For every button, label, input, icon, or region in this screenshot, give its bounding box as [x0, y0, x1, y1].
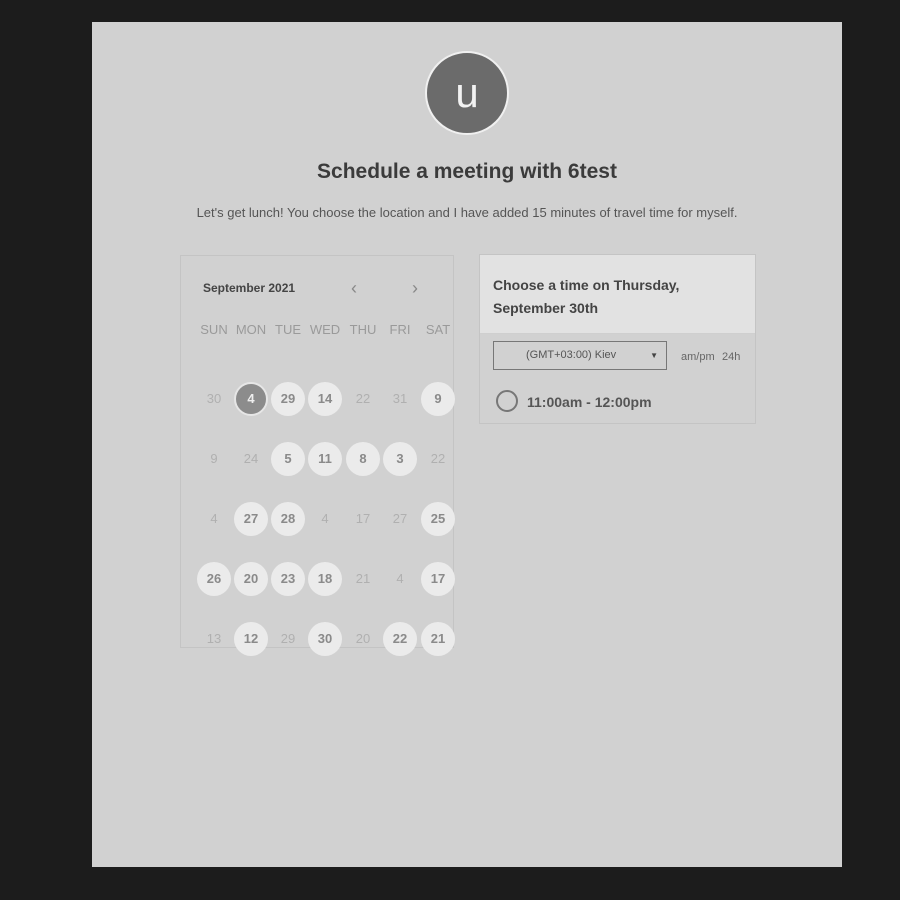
calendar-day: 4 — [210, 511, 218, 526]
calendar-day-available[interactable]: 18 — [308, 562, 342, 596]
weekday-label: FRI — [389, 322, 411, 337]
calendar-day-available[interactable]: 21 — [421, 622, 455, 656]
calendar-day: 21 — [355, 571, 371, 586]
calendar-day-available[interactable]: 9 — [421, 382, 455, 416]
calendar-day-available[interactable]: 22 — [383, 622, 417, 656]
calendar-day-available[interactable]: 28 — [271, 502, 305, 536]
calendar-day-available[interactable]: 14 — [308, 382, 342, 416]
calendar-day-available[interactable]: 17 — [421, 562, 455, 596]
calendar-day-available[interactable]: 26 — [197, 562, 231, 596]
calendar-day-available[interactable]: 5 — [271, 442, 305, 476]
calendar-day: 13 — [206, 631, 222, 646]
calendar-day: 30 — [206, 391, 222, 406]
calendar-day-available[interactable]: 30 — [308, 622, 342, 656]
time-picker-panel: Choose a time on Thursday, September 30t… — [479, 254, 756, 424]
weekday-label: TUE — [275, 322, 301, 337]
format-24h-toggle[interactable]: 24h — [722, 351, 740, 363]
timezone-value: (GMT+03:00) Kiev — [526, 349, 617, 361]
scheduling-page: u Schedule a meeting with 6test Let's ge… — [92, 22, 842, 867]
calendar-day-available[interactable]: 23 — [271, 562, 305, 596]
calendar-day-available[interactable]: 29 — [271, 382, 305, 416]
calendar-day: 4 — [396, 571, 404, 586]
format-ampm-toggle[interactable]: am/pm — [681, 351, 715, 363]
calendar-day-available[interactable]: 12 — [234, 622, 268, 656]
calendar-day-available[interactable]: 27 — [234, 502, 268, 536]
calendar-day: 22 — [355, 391, 371, 406]
chevron-left-icon[interactable]: ‹ — [351, 278, 357, 299]
calendar-day: 31 — [392, 391, 408, 406]
calendar-day: 17 — [355, 511, 371, 526]
weekday-label: MON — [235, 322, 267, 337]
calendar-day: 24 — [243, 451, 259, 466]
weekday-label: SUN — [200, 322, 228, 337]
calendar-day-available[interactable]: 3 — [383, 442, 417, 476]
weekday-label: THU — [349, 322, 377, 337]
calendar-day-selected[interactable]: 4 — [234, 382, 268, 416]
calendar: September 2021 ‹ › SUN MON TUE WED THU FRI SAT… — [180, 255, 455, 656]
chevron-right-icon[interactable]: › — [412, 278, 418, 299]
caret-down-icon: ▼ — [650, 351, 658, 360]
calendar-day: 9 — [210, 451, 218, 466]
meeting-description: Let's get lunch! You choose the location… — [196, 205, 738, 220]
weekday-label: SAT — [425, 322, 451, 337]
calendar-day-available[interactable]: 8 — [346, 442, 380, 476]
calendar-day: 22 — [430, 451, 446, 466]
weekday-label: WED — [309, 322, 341, 337]
calendar-day-available[interactable]: 20 — [234, 562, 268, 596]
calendar-day-available[interactable]: 25 — [421, 502, 455, 536]
calendar-day: 29 — [280, 631, 296, 646]
calendar-day: 4 — [321, 511, 329, 526]
time-slot-label[interactable]: 11:00am - 12:00pm — [527, 394, 652, 410]
time-panel-header: Choose a time on Thursday, September 30t… — [480, 255, 755, 334]
page-title: Schedule a meeting with 6test — [317, 160, 617, 183]
calendar-month-label: September 2021 — [203, 281, 296, 295]
calendar-day: 27 — [392, 511, 408, 526]
timezone-select[interactable]: (GMT+03:00) Kiev ▼ — [493, 341, 667, 370]
time-panel-heading: Choose a time on Thursday, September 30t… — [493, 277, 680, 316]
time-slot-radio[interactable] — [496, 390, 518, 412]
calendar-day-available[interactable]: 11 — [308, 442, 342, 476]
avatar: u — [425, 51, 509, 135]
calendar-day: 20 — [355, 631, 371, 646]
